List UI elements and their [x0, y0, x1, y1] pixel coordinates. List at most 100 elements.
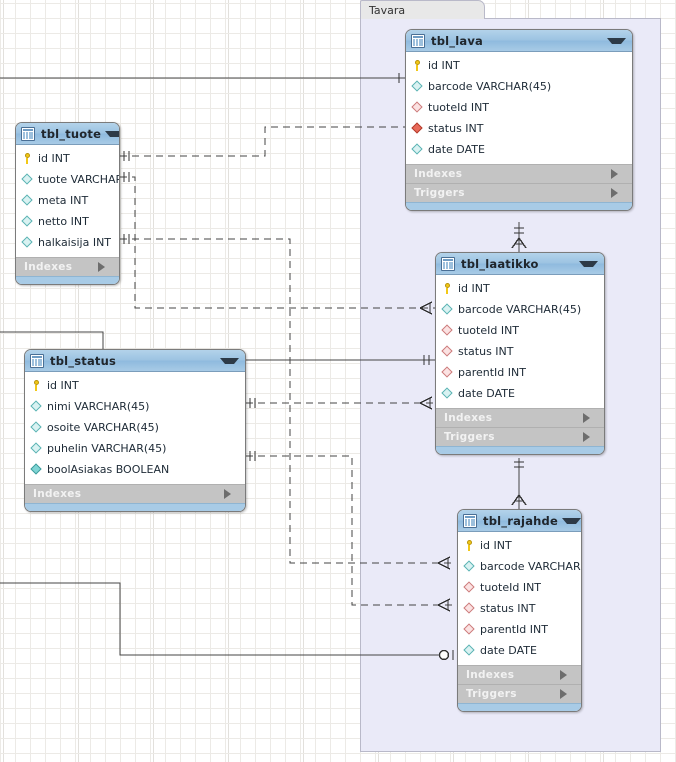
- column-row[interactable]: tuoteId INT: [406, 97, 632, 118]
- indexes-section[interactable]: Indexes: [458, 665, 581, 684]
- indexes-label: Indexes: [466, 669, 515, 681]
- column-row[interactable]: id INT: [25, 375, 245, 396]
- triggers-section[interactable]: Triggers: [458, 684, 581, 703]
- column-label: parentId INT: [458, 366, 526, 379]
- table-icon: [463, 513, 477, 528]
- chevron-down-icon[interactable]: [220, 357, 239, 364]
- primary-key-icon: [442, 283, 453, 294]
- table-tbl_status[interactable]: tbl_statusid INT nimi VARCHAR(45) osoite V…: [24, 349, 246, 512]
- chevron-down-icon[interactable]: [105, 130, 119, 137]
- expand-right-icon[interactable]: [611, 169, 625, 179]
- column-row[interactable]: meta INT: [16, 190, 119, 211]
- column-row[interactable]: date DATE: [458, 640, 581, 661]
- table-tbl_lava[interactable]: tbl_lavaid INT barcode VARCHAR(45) tuoteId…: [405, 29, 633, 211]
- table-tbl_tuote[interactable]: tbl_tuoteid INT tuote VARCHAR(45) meta INT…: [15, 122, 120, 285]
- column-label: netto INT: [38, 215, 89, 228]
- column-icon: [30, 442, 42, 454]
- column-icon: [441, 387, 453, 399]
- chevron-down-icon[interactable]: [579, 260, 598, 267]
- column-label: id INT: [458, 282, 490, 295]
- column-row[interactable]: id INT: [458, 535, 581, 556]
- column-row[interactable]: barcode VARCHAR(45): [436, 299, 604, 320]
- column-label: tuoteId INT: [428, 101, 490, 114]
- column-icon: [21, 236, 33, 248]
- expand-right-icon[interactable]: [560, 689, 574, 699]
- column-row[interactable]: date DATE: [436, 383, 604, 404]
- indexes-section[interactable]: Indexes: [16, 257, 119, 276]
- table-footer: [436, 446, 604, 454]
- column-row[interactable]: parentId INT: [436, 362, 604, 383]
- column-row[interactable]: netto INT: [16, 211, 119, 232]
- primary-key-icon: [464, 540, 475, 551]
- table-tbl_laatikko[interactable]: tbl_laatikkoid INT barcode VARCHAR(45) tuo…: [435, 252, 605, 455]
- column-row[interactable]: tuoteId INT: [458, 577, 581, 598]
- indexes-label: Indexes: [444, 412, 493, 424]
- column-row[interactable]: boolAsiakas BOOLEAN: [25, 459, 245, 480]
- expand-right-icon[interactable]: [224, 489, 238, 499]
- table-icon: [21, 126, 35, 141]
- column-row[interactable]: id INT: [16, 148, 119, 169]
- column-icon: [463, 560, 475, 572]
- column-list: id INT barcode VARCHAR(45) tuoteId INT stat…: [406, 52, 632, 164]
- expand-right-icon[interactable]: [560, 670, 574, 680]
- column-row[interactable]: puhelin VARCHAR(45): [25, 438, 245, 459]
- column-icon: [30, 400, 42, 412]
- column-row[interactable]: nimi VARCHAR(45): [25, 396, 245, 417]
- indexes-section[interactable]: Indexes: [436, 408, 604, 427]
- column-row[interactable]: id INT: [406, 55, 632, 76]
- table-header-tbl_lava[interactable]: tbl_lava: [406, 30, 632, 52]
- column-icon: [411, 143, 423, 155]
- column-row[interactable]: barcode VARCHAR(45): [458, 556, 581, 577]
- table-header-tbl_status[interactable]: tbl_status: [25, 350, 245, 372]
- indexes-label: Indexes: [24, 261, 73, 273]
- table-footer: [25, 503, 245, 511]
- column-label: date DATE: [458, 387, 515, 400]
- table-name-label: tbl_lava: [431, 33, 483, 48]
- expand-right-icon[interactable]: [611, 188, 625, 198]
- table-header-tbl_laatikko[interactable]: tbl_laatikko: [436, 253, 604, 275]
- column-icon: [21, 173, 33, 185]
- column-row[interactable]: tuote VARCHAR(45): [16, 169, 119, 190]
- column-label: date DATE: [480, 644, 537, 657]
- expand-right-icon[interactable]: [583, 432, 597, 442]
- column-label: tuote VARCHAR(45): [38, 173, 119, 186]
- link-status-top: [0, 331, 104, 349]
- indexes-label: Indexes: [33, 488, 82, 500]
- chevron-down-icon[interactable]: [607, 37, 626, 44]
- foreign-key-icon: [411, 122, 423, 134]
- table-header-tbl_rajahde[interactable]: tbl_rajahde: [458, 510, 581, 532]
- foreign-key-icon: [463, 623, 475, 635]
- chevron-down-icon[interactable]: [561, 517, 581, 524]
- triggers-section[interactable]: Triggers: [436, 427, 604, 446]
- column-row[interactable]: barcode VARCHAR(45): [406, 76, 632, 97]
- column-row[interactable]: osoite VARCHAR(45): [25, 417, 245, 438]
- primary-key-icon: [22, 153, 33, 164]
- indexes-section[interactable]: Indexes: [25, 484, 245, 503]
- column-label: tuoteId INT: [458, 324, 520, 337]
- table-header-tbl_tuote[interactable]: tbl_tuote: [16, 123, 119, 145]
- column-row[interactable]: parentId INT: [458, 619, 581, 640]
- table-name-label: tbl_tuote: [41, 126, 102, 141]
- diagram-canvas[interactable]: Tavara tbl_lava id INT barcode VARCHAR(4…: [0, 0, 676, 762]
- column-row[interactable]: tuoteId INT: [436, 320, 604, 341]
- column-icon: [30, 463, 42, 475]
- column-list: id INT tuote VARCHAR(45) meta INT netto INT…: [16, 145, 119, 257]
- expand-right-icon[interactable]: [98, 262, 112, 272]
- column-label: barcode VARCHAR(45): [458, 303, 582, 316]
- triggers-section[interactable]: Triggers: [406, 183, 632, 202]
- column-row[interactable]: id INT: [436, 278, 604, 299]
- column-label: nimi VARCHAR(45): [47, 400, 150, 413]
- expand-right-icon[interactable]: [583, 413, 597, 423]
- column-row[interactable]: status INT: [406, 118, 632, 139]
- column-row[interactable]: status INT: [458, 598, 581, 619]
- column-row[interactable]: halkaisija INT: [16, 232, 119, 253]
- indexes-section[interactable]: Indexes: [406, 164, 632, 183]
- column-label: barcode VARCHAR(45): [480, 560, 581, 573]
- triggers-label: Triggers: [444, 431, 495, 443]
- table-name-label: tbl_status: [50, 353, 117, 368]
- column-label: id INT: [47, 379, 79, 392]
- column-row[interactable]: status INT: [436, 341, 604, 362]
- table-footer: [16, 276, 119, 284]
- column-row[interactable]: date DATE: [406, 139, 632, 160]
- table-tbl_rajahde[interactable]: tbl_rajahdeid INT barcode VARCHAR(45) tuot…: [457, 509, 582, 712]
